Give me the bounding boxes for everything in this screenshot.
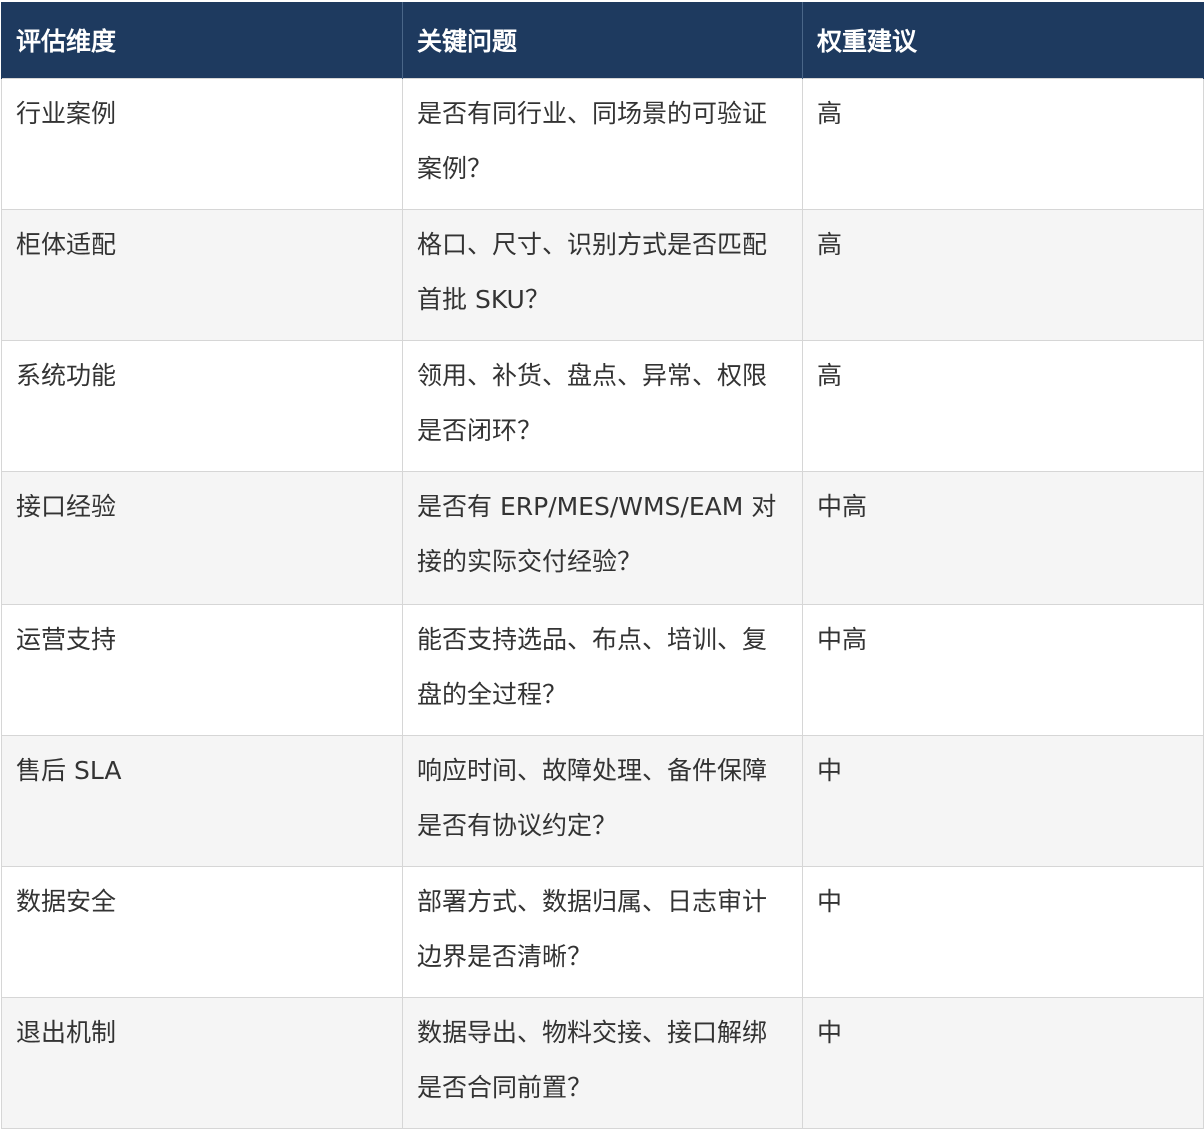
dimension-cell: 数据安全 xyxy=(1,865,403,998)
dimension-cell: 系统功能 xyxy=(1,339,403,472)
table-row: 售后 SLA 响应时间、故障处理、备件保障是否有协议约定？ 中 xyxy=(1,734,1204,867)
question-cell: 能否支持选品、布点、培训、复盘的全过程？ xyxy=(402,603,803,736)
question-cell: 格口、尺寸、识别方式是否匹配首批 SKU？ xyxy=(402,208,803,341)
dimension-cell: 行业案例 xyxy=(1,77,403,210)
weight-cell: 高 xyxy=(802,339,1204,472)
table-row: 接口经验 是否有 ERP/MES/WMS/EAM 对接的实际交付经验？ 中高 xyxy=(1,470,1204,605)
dimension-cell: 售后 SLA xyxy=(1,734,403,867)
question-cell: 领用、补货、盘点、异常、权限是否闭环？ xyxy=(402,339,803,472)
question-cell: 是否有同行业、同场景的可验证案例？ xyxy=(402,77,803,210)
dimension-cell: 运营支持 xyxy=(1,603,403,736)
weight-cell: 中高 xyxy=(802,470,1204,605)
weight-cell: 中高 xyxy=(802,603,1204,736)
table-row: 数据安全 部署方式、数据归属、日志审计边界是否清晰？ 中 xyxy=(1,865,1204,998)
dimension-cell: 退出机制 xyxy=(1,996,403,1129)
weight-cell: 高 xyxy=(802,77,1204,210)
question-cell: 是否有 ERP/MES/WMS/EAM 对接的实际交付经验？ xyxy=(402,470,803,605)
table-row: 退出机制 数据导出、物料交接、接口解绑是否合同前置？ 中 xyxy=(1,996,1204,1129)
table-body: 行业案例 是否有同行业、同场景的可验证案例？ 高 柜体适配 格口、尺寸、识别方式… xyxy=(1,77,1204,1129)
table-row: 系统功能 领用、补货、盘点、异常、权限是否闭环？ 高 xyxy=(1,339,1204,472)
header-question: 关键问题 xyxy=(402,2,803,78)
header-weight: 权重建议 xyxy=(802,2,1204,78)
question-cell: 部署方式、数据归属、日志审计边界是否清晰？ xyxy=(402,865,803,998)
weight-cell: 中 xyxy=(802,734,1204,867)
question-cell: 数据导出、物料交接、接口解绑是否合同前置？ xyxy=(402,996,803,1129)
table-row: 行业案例 是否有同行业、同场景的可验证案例？ 高 xyxy=(1,77,1204,210)
table-row: 柜体适配 格口、尺寸、识别方式是否匹配首批 SKU？ 高 xyxy=(1,208,1204,341)
dimension-cell: 接口经验 xyxy=(1,470,403,605)
weight-cell: 中 xyxy=(802,865,1204,998)
table-row: 运营支持 能否支持选品、布点、培训、复盘的全过程？ 中高 xyxy=(1,603,1204,736)
header-dimension: 评估维度 xyxy=(1,2,403,78)
weight-cell: 中 xyxy=(802,996,1204,1129)
dimension-cell: 柜体适配 xyxy=(1,208,403,341)
table-header: 评估维度 关键问题 权重建议 xyxy=(1,2,1204,78)
weight-cell: 高 xyxy=(802,208,1204,341)
evaluation-table: 评估维度 关键问题 权重建议 行业案例 是否有同行业、同场景的可验证案例？ 高 … xyxy=(1,2,1204,1129)
question-cell: 响应时间、故障处理、备件保障是否有协议约定？ xyxy=(402,734,803,867)
header-row: 评估维度 关键问题 权重建议 xyxy=(1,2,1204,78)
